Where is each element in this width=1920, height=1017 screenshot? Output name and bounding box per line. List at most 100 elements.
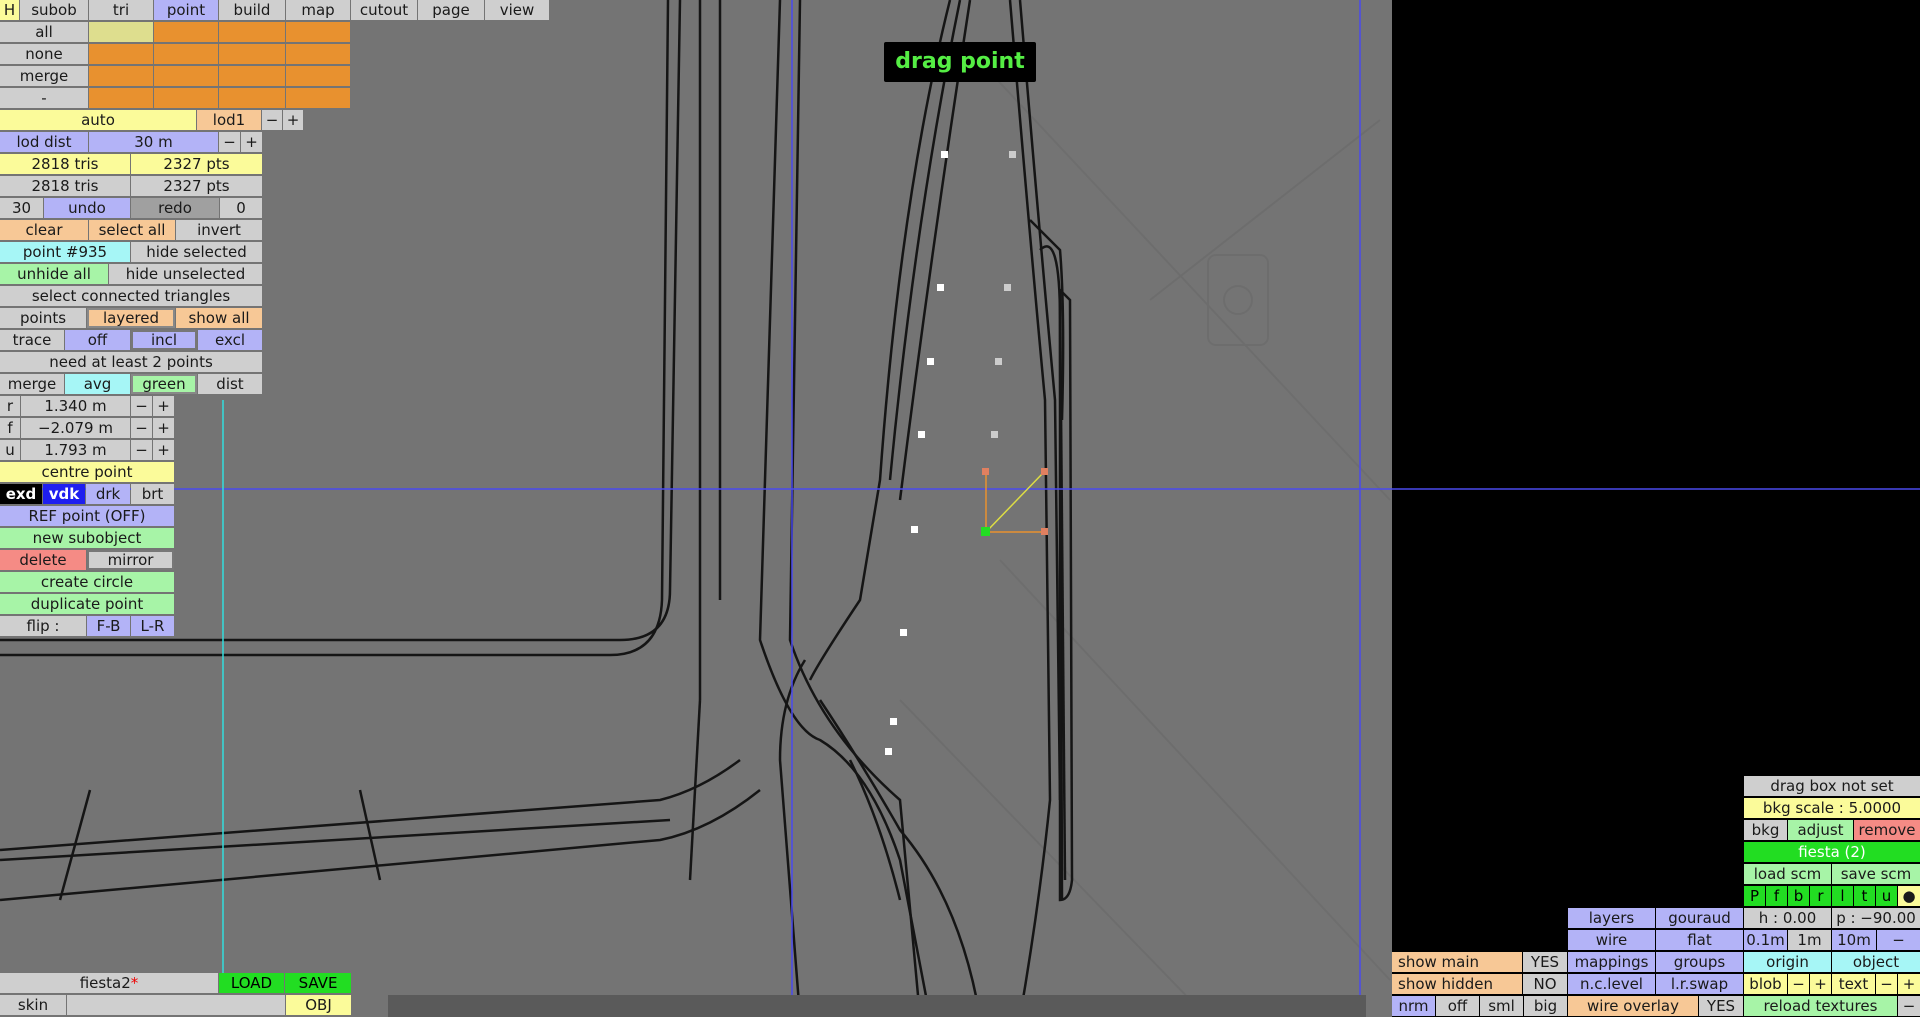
dot-toggle[interactable]: ●	[1898, 886, 1920, 906]
group-slot[interactable]	[89, 44, 153, 64]
normals-off-button[interactable]: off	[1436, 996, 1479, 1016]
skin-field[interactable]	[67, 995, 285, 1015]
load-button[interactable]: LOAD	[219, 973, 284, 993]
lod-level-button[interactable]: lod1	[197, 110, 261, 130]
lod-plus-button[interactable]: +	[283, 110, 303, 130]
mappings-button[interactable]: mappings	[1568, 952, 1655, 972]
show-hidden-toggle[interactable]: NO	[1523, 974, 1567, 994]
merge-dist-button[interactable]: dist	[198, 374, 262, 394]
show-main-toggle[interactable]: YES	[1523, 952, 1567, 972]
reload-minus-button[interactable]: −	[1898, 996, 1920, 1016]
ref-point-button[interactable]: REF point (OFF)	[0, 506, 174, 526]
select-none-row[interactable]: none	[0, 44, 88, 64]
layered-display-button[interactable]: layered	[87, 308, 175, 328]
horizontal-scrollbar[interactable]	[388, 995, 1366, 1017]
group-slot[interactable]	[219, 66, 285, 86]
select-connected-triangles-button[interactable]: select connected triangles	[0, 286, 262, 306]
heading-value[interactable]: h : 0.00	[1744, 908, 1831, 928]
group-slot[interactable]	[286, 88, 350, 108]
tab-cutout[interactable]: cutout	[351, 0, 417, 20]
mirror-button[interactable]: mirror	[87, 550, 174, 570]
shade-exd-button[interactable]: exd	[0, 484, 42, 504]
redo-button[interactable]: redo	[131, 198, 219, 218]
obj-button[interactable]: OBJ	[286, 995, 351, 1015]
normals-sml-button[interactable]: sml	[1480, 996, 1523, 1016]
step-minus-button[interactable]: −	[1877, 930, 1920, 950]
bkg-button[interactable]: bkg	[1744, 820, 1787, 840]
tab-page[interactable]: page	[418, 0, 484, 20]
merge-avg-button[interactable]: avg	[65, 374, 130, 394]
text-plus-button[interactable]: +	[1898, 974, 1920, 994]
new-subobject-button[interactable]: new subobject	[0, 528, 174, 548]
group-slot[interactable]	[286, 44, 350, 64]
shade-vdk-button[interactable]: vdk	[43, 484, 85, 504]
select-merge-row[interactable]: merge	[0, 66, 88, 86]
unhide-all-button[interactable]: unhide all	[0, 264, 108, 284]
tab-point[interactable]: point	[154, 0, 218, 20]
flat-button[interactable]: flat	[1656, 930, 1743, 950]
group-slot[interactable]	[219, 22, 285, 42]
coord-r-minus-button[interactable]: −	[131, 396, 152, 416]
invert-button[interactable]: invert	[176, 220, 262, 240]
help-button[interactable]: H	[0, 0, 19, 20]
blob-minus-button[interactable]: −	[1788, 974, 1809, 994]
coord-u-plus-button[interactable]: +	[153, 440, 174, 460]
coord-r-value[interactable]: 1.340 m	[21, 396, 130, 416]
groups-button[interactable]: groups	[1656, 952, 1743, 972]
select-all-button[interactable]: select all	[89, 220, 175, 240]
object-button[interactable]: object	[1832, 952, 1920, 972]
trace-incl-button[interactable]: incl	[131, 330, 197, 350]
lod-minus-button[interactable]: −	[262, 110, 282, 130]
create-circle-button[interactable]: create circle	[0, 572, 174, 592]
bkg-remove-button[interactable]: remove	[1854, 820, 1920, 840]
view-r-button[interactable]: r	[1810, 886, 1831, 906]
step-1m-button[interactable]: 1m	[1788, 930, 1831, 950]
view-p-button[interactable]: P	[1744, 886, 1765, 906]
normals-big-button[interactable]: big	[1524, 996, 1567, 1016]
lod-dist-plus-button[interactable]: +	[241, 132, 262, 152]
view-l-button[interactable]: l	[1832, 886, 1853, 906]
view-b-button[interactable]: b	[1788, 886, 1809, 906]
coord-f-minus-button[interactable]: −	[131, 418, 152, 438]
reload-textures-button[interactable]: reload textures	[1744, 996, 1897, 1016]
select-minus-row[interactable]: -	[0, 88, 88, 108]
lod-auto-button[interactable]: auto	[0, 110, 196, 130]
group-slot[interactable]	[219, 88, 285, 108]
clear-button[interactable]: clear	[0, 220, 88, 240]
step-10m-button[interactable]: 10m	[1832, 930, 1876, 950]
bkg-scale[interactable]: bkg scale : 5.0000	[1744, 798, 1920, 818]
trace-excl-button[interactable]: excl	[198, 330, 262, 350]
merge-green-button[interactable]: green	[131, 374, 197, 394]
view-f-button[interactable]: f	[1766, 886, 1787, 906]
save-scm-button[interactable]: save scm	[1832, 864, 1920, 884]
trace-off-button[interactable]: off	[65, 330, 130, 350]
show-all-button[interactable]: show all	[176, 308, 262, 328]
points-display-button[interactable]: points	[0, 308, 86, 328]
view-u-button[interactable]: u	[1876, 886, 1897, 906]
file-name[interactable]: fiesta2*	[0, 973, 218, 993]
group-slot[interactable]	[154, 66, 218, 86]
bkg-adjust-button[interactable]: adjust	[1788, 820, 1853, 840]
nc-level-button[interactable]: n.c.level	[1568, 974, 1655, 994]
delete-button[interactable]: delete	[0, 550, 86, 570]
group-slot[interactable]	[154, 22, 218, 42]
merge-button[interactable]: merge	[0, 374, 64, 394]
coord-f-plus-button[interactable]: +	[153, 418, 174, 438]
view-t-button[interactable]: t	[1854, 886, 1875, 906]
select-all-row[interactable]: all	[0, 22, 88, 42]
coord-u-minus-button[interactable]: −	[131, 440, 152, 460]
group-slot[interactable]	[286, 66, 350, 86]
normals-nrm-button[interactable]: nrm	[1392, 996, 1435, 1016]
shade-drk-button[interactable]: drk	[86, 484, 130, 504]
flip-fb-button[interactable]: F-B	[87, 616, 130, 636]
tab-tri[interactable]: tri	[89, 0, 153, 20]
wire-overlay-toggle[interactable]: YES	[1699, 996, 1743, 1016]
group-slot[interactable]	[219, 44, 285, 64]
lr-swap-button[interactable]: l.r.swap	[1656, 974, 1743, 994]
group-slot[interactable]	[154, 44, 218, 64]
3d-viewport[interactable]	[0, 0, 1920, 1017]
blob-plus-button[interactable]: +	[1810, 974, 1831, 994]
layers-button[interactable]: layers	[1568, 908, 1655, 928]
wire-button[interactable]: wire	[1568, 930, 1655, 950]
coord-f-value[interactable]: −2.079 m	[21, 418, 130, 438]
